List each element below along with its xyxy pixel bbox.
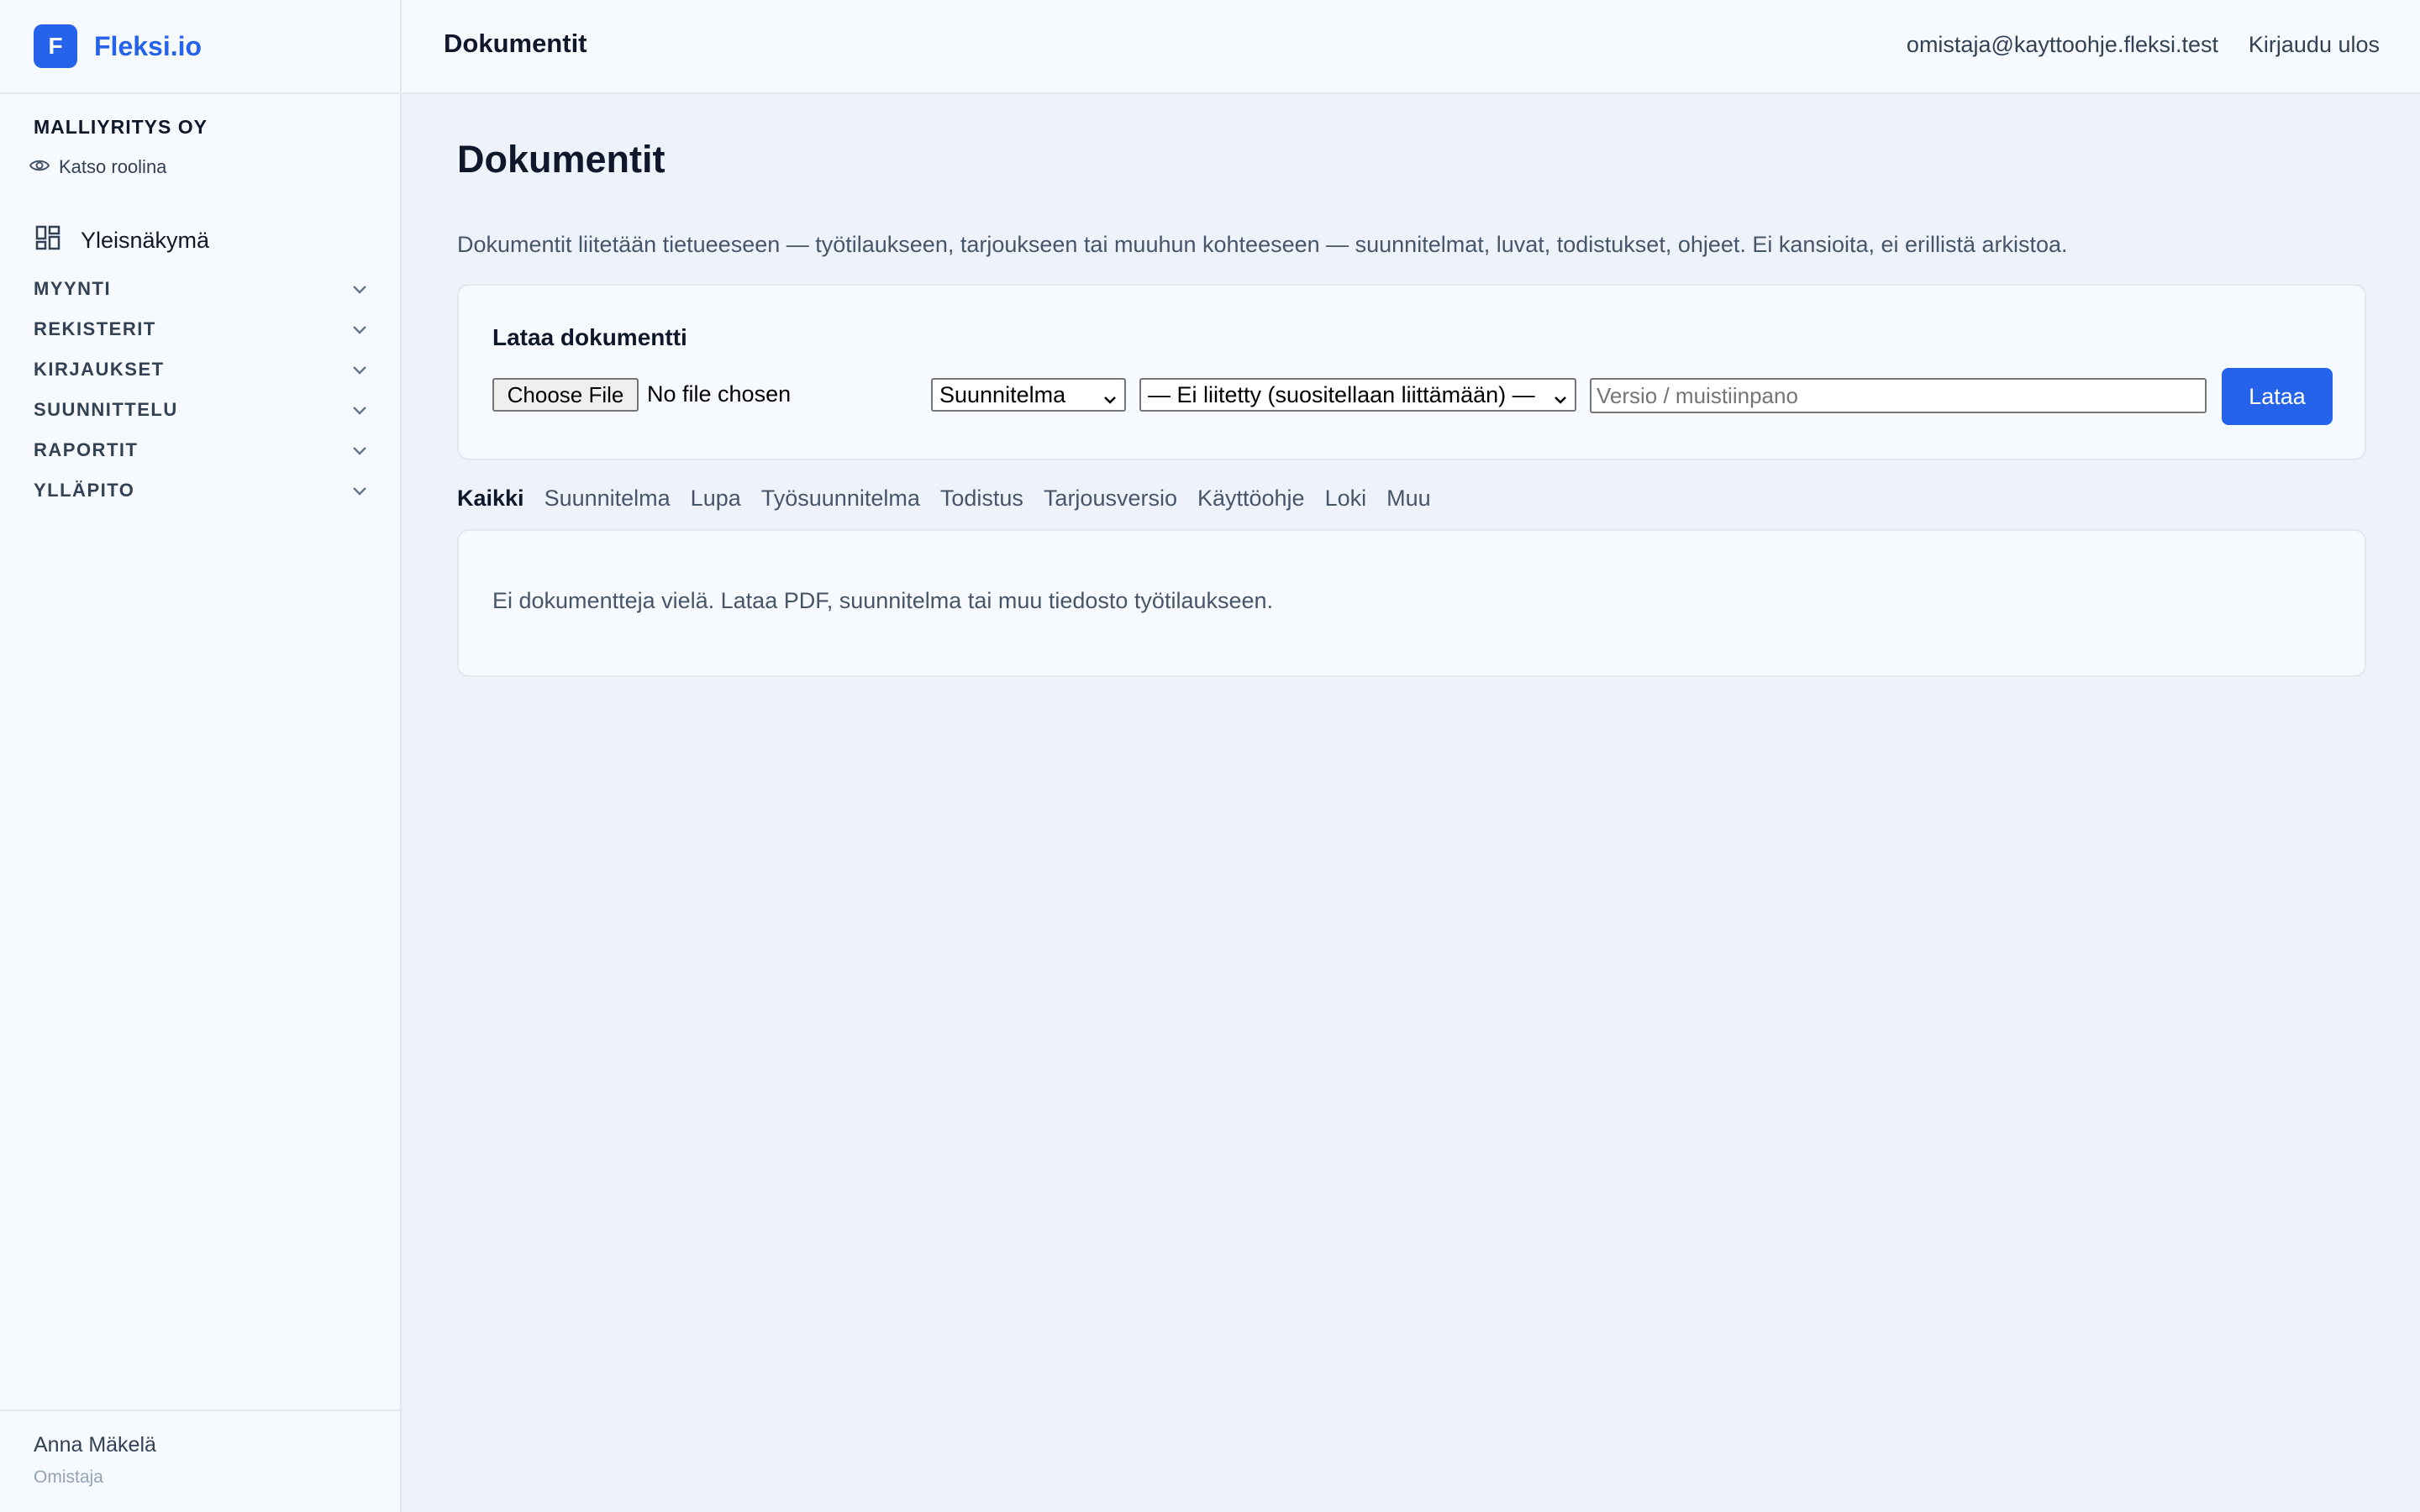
empty-state-message: Ei dokumentteja vielä. Lataa PDF, suunni… [492,588,1274,613]
tab-kaikki[interactable]: Kaikki [457,486,524,512]
page-description: Dokumentit liitetään tietueeseen — työti… [457,232,2068,257]
user-email: omistaja@kayttoohje.fleksi.test [1906,32,2218,57]
upload-button[interactable]: Lataa [2222,368,2333,425]
chevron-down-icon [351,359,368,381]
tab-tarjousversio[interactable]: Tarjousversio [1044,486,1177,512]
chevron-down-icon [1553,387,1568,413]
document-type-value: Suunnitelma [939,381,1066,407]
upload-card-title: Lataa dokumentti [492,324,687,350]
user-name: Anna Mäkelä [34,1433,156,1457]
chevron-down-icon [351,480,368,501]
sidebar: F Fleksi.io MALLIYRITYS OY Katso roolina… [0,0,402,1512]
chevron-down-icon [351,399,368,421]
chevron-down-icon [1102,387,1118,413]
sidebar-section-myynti[interactable]: MYYNTI [34,272,368,306]
documents-list-card: Ei dokumentteja vielä. Lataa PDF, suunni… [457,529,2366,677]
link-target-select[interactable]: — Ei liitetty (suositellaan liittämään) … [1139,378,1576,412]
view-as-role-label: Katso roolina [59,156,167,177]
sidebar-section-label: RAPORTIT [34,439,139,460]
user-profile[interactable]: Anna Mäkelä Omistaja [0,1410,400,1512]
sidebar-section-label: MYYNTI [34,278,112,299]
app: F Fleksi.io MALLIYRITYS OY Katso roolina… [0,0,2420,1512]
file-status: No file chosen [647,381,792,407]
sidebar-section-label: YLLÄPITO [34,480,135,501]
topbar: Dokumentit omistaja@kayttoohje.fleksi.te… [402,0,2420,94]
link-target-value: — Ei liitetty (suositellaan liittämään) … [1148,381,1535,407]
tab-kayttoohje[interactable]: Käyttöohje [1197,486,1305,512]
sidebar-section-raportit[interactable]: RAPORTIT [34,433,368,467]
version-note-placeholder: Versio / muistiinpano [1597,382,1798,408]
document-type-select[interactable]: Suunnitelma [931,378,1126,412]
document-filter-tabs: Kaikki Suunnitelma Lupa Työsuunnitelma T… [457,486,1451,512]
topbar-title: Dokumentit [444,29,587,58]
company-name: MALLIYRITYS OY [34,116,208,138]
dashboard-icon [35,225,81,256]
sidebar-section-rekisterit[interactable]: REKISTERIT [34,312,368,346]
chevron-down-icon [351,278,368,300]
upload-card: Lataa dokumentti Choose File No file cho… [457,284,2366,460]
sidebar-item-label: Yleisnäkymä [81,228,210,253]
version-note-input[interactable]: Versio / muistiinpano [1590,378,2207,413]
tab-muu[interactable]: Muu [1386,486,1431,512]
sidebar-section-label: REKISTERIT [34,318,156,339]
sidebar-section-label: KIRJAUKSET [34,359,165,380]
tab-suunnitelma[interactable]: Suunnitelma [544,486,671,512]
brand-logo: F [34,24,77,68]
sidebar-item-overview[interactable]: Yleisnäkymä [35,225,209,256]
user-role: Omistaja [34,1467,103,1487]
brand[interactable]: F Fleksi.io [0,0,400,94]
sidebar-section-yllapito[interactable]: YLLÄPITO [34,474,368,507]
sidebar-section-suunnittelu[interactable]: SUUNNITTELU [34,393,368,427]
logout-link[interactable]: Kirjaudu ulos [2249,32,2380,58]
tab-loki[interactable]: Loki [1325,486,1367,512]
page-title: Dokumentit [457,138,666,181]
eye-icon [29,156,59,178]
chevron-down-icon [351,318,368,340]
sidebar-section-kirjaukset[interactable]: KIRJAUKSET [34,353,368,386]
brand-name: Fleksi.io [94,30,203,61]
tab-tyosuunnitelma[interactable]: Työsuunnitelma [761,486,920,512]
tab-lupa[interactable]: Lupa [691,486,741,512]
sidebar-section-label: SUUNNITTELU [34,399,178,420]
chevron-down-icon [351,439,368,461]
tab-todistus[interactable]: Todistus [940,486,1023,512]
view-as-role-button[interactable]: Katso roolina [29,156,166,178]
choose-file-button[interactable]: Choose File [492,378,639,412]
